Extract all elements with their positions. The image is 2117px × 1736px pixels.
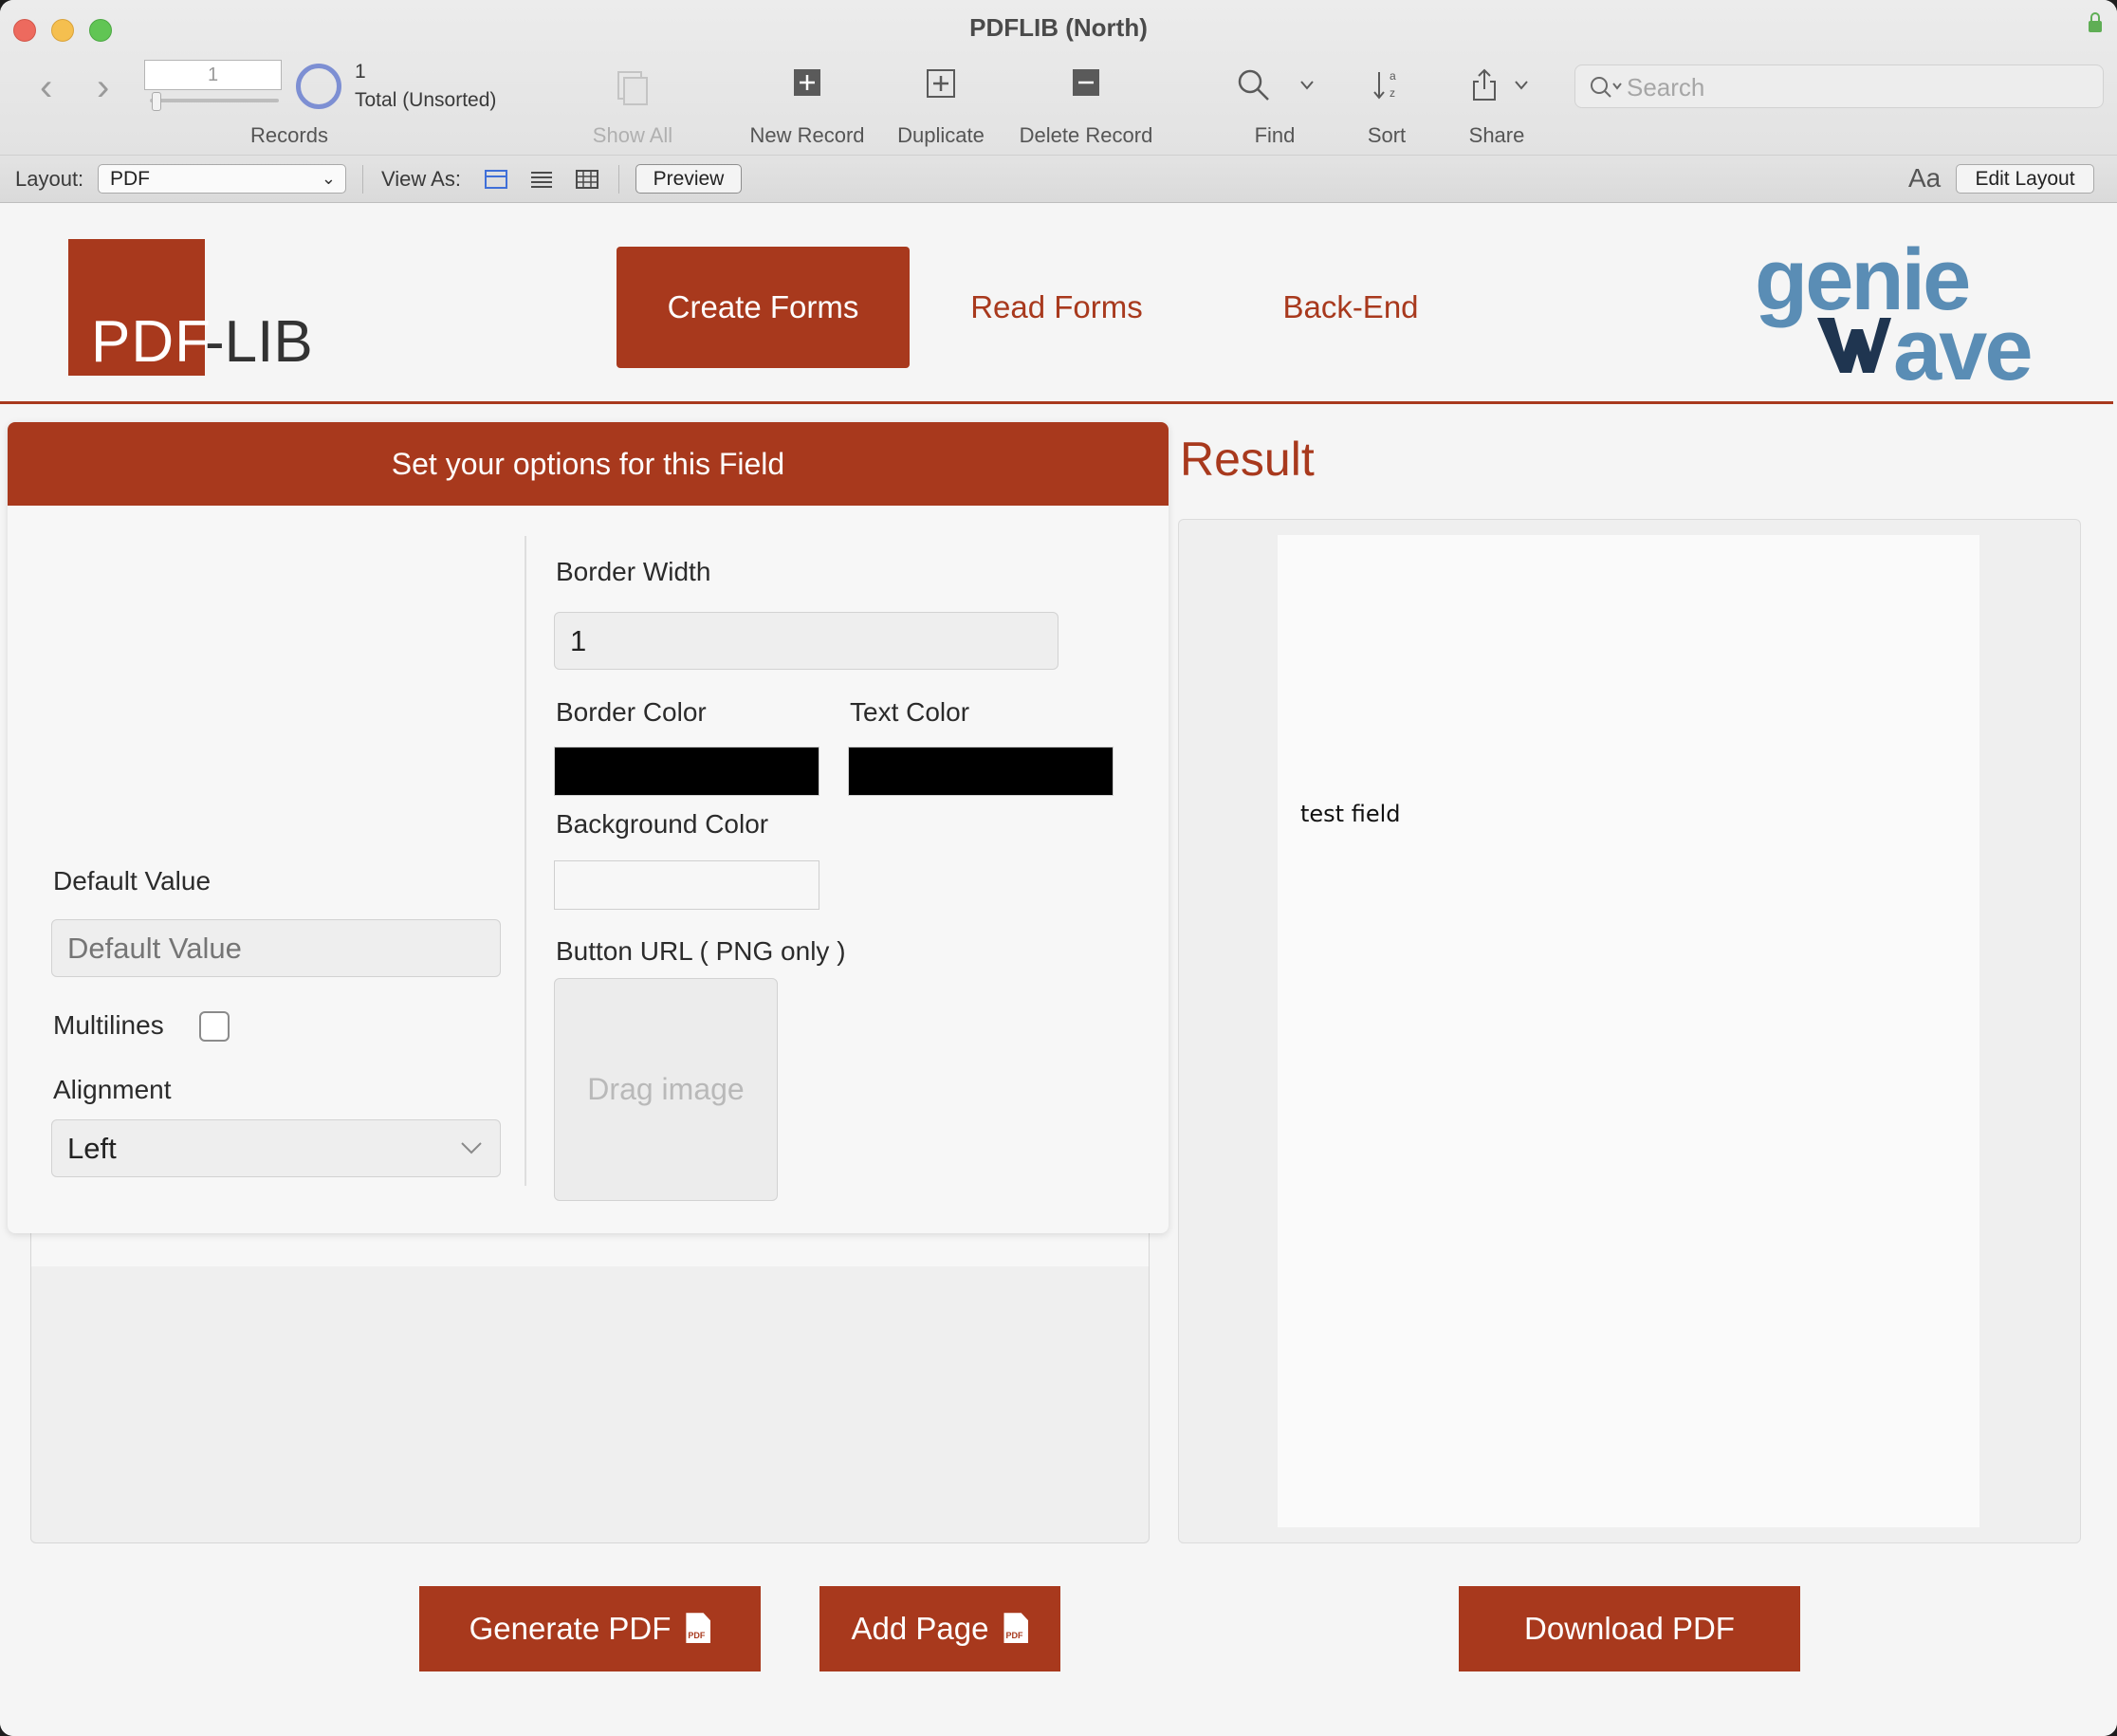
app-window: PDFLIB (North) ‹ › 1 1 Total (Unsorted) … <box>0 0 2117 1736</box>
lock-icon <box>2089 12 2102 32</box>
layout-select-value: PDF <box>110 168 150 190</box>
layout-label: Layout: <box>15 167 84 191</box>
find-button[interactable]: Find <box>1237 123 1313 148</box>
next-record-icon[interactable]: › <box>97 68 109 106</box>
logo-text-pdf: PDF <box>91 309 212 375</box>
layout-select[interactable]: PDF ⌄ <box>98 164 346 194</box>
multilines-checkbox[interactable] <box>199 1011 230 1042</box>
sort-button[interactable]: Sort <box>1349 123 1425 148</box>
record-status: Total (Unsorted) <box>355 89 497 111</box>
pdf-file-icon: PDF <box>1003 1613 1029 1644</box>
records-label: Records <box>250 123 328 147</box>
previous-record-icon[interactable]: ‹ <box>40 68 52 106</box>
new-record-icon[interactable] <box>793 68 821 97</box>
edit-layout-button[interactable]: Edit Layout <box>1956 164 2094 194</box>
layout-bar-divider <box>362 165 363 194</box>
view-as-label: View As: <box>381 167 461 191</box>
record-number-field[interactable]: 1 <box>144 60 282 90</box>
add-page-label: Add Page <box>851 1611 989 1646</box>
alignment-select[interactable]: Left <box>51 1119 501 1177</box>
image-drop-zone[interactable]: Drag image <box>554 978 778 1201</box>
border-color-label: Border Color <box>556 697 707 727</box>
duplicate-button[interactable]: Duplicate <box>884 123 998 148</box>
delete-record-icon[interactable] <box>1072 68 1100 97</box>
delete-record-button[interactable]: Delete Record <box>1007 123 1165 148</box>
sort-icon[interactable]: a z <box>1371 68 1404 102</box>
svg-text:z: z <box>1390 86 1395 100</box>
generate-pdf-label: Generate PDF <box>469 1611 672 1646</box>
tab-create-forms[interactable]: Create Forms <box>617 247 910 368</box>
show-all-icon[interactable] <box>615 68 653 106</box>
svg-text:a: a <box>1390 69 1396 83</box>
header-divider <box>0 401 2113 404</box>
button-url-label: Button URL ( PNG only ) <box>556 936 846 966</box>
preview-button[interactable]: Preview <box>635 164 742 194</box>
new-record-button[interactable]: New Record <box>736 123 878 148</box>
layout-content: PDF -LIB Create Forms Read Forms Back-En… <box>0 204 2117 1736</box>
pdf-preview-page: test field <box>1278 535 1979 1527</box>
window-title: PDFLIB (North) <box>969 13 1148 42</box>
result-preview-card: test field <box>1178 519 2081 1543</box>
duplicate-icon[interactable] <box>926 68 956 99</box>
layout-bar-divider <box>618 165 619 194</box>
share-icon[interactable] <box>1470 68 1499 102</box>
border-width-input[interactable]: 1 <box>554 612 1058 670</box>
alignment-label: Alignment <box>53 1075 172 1104</box>
preview-field-text: test field <box>1300 801 1401 827</box>
background-color-label: Background Color <box>556 809 769 839</box>
search-field[interactable]: Search <box>1574 65 2104 108</box>
alignment-select-value: Left <box>67 1132 117 1165</box>
record-slider-handle[interactable] <box>152 92 161 111</box>
border-width-label: Border Width <box>556 557 711 586</box>
pdf-file-icon: PDF <box>686 1613 711 1644</box>
search-icon <box>1591 77 1622 98</box>
add-page-button[interactable]: Add Page PDF <box>819 1586 1060 1671</box>
layout-bar: Layout: PDF ⌄ View As: Preview Aa Edit L… <box>0 156 2117 203</box>
record-count: 1 <box>355 61 366 83</box>
tab-read-forms[interactable]: Read Forms <box>939 247 1174 368</box>
chevron-down-icon <box>461 1142 482 1154</box>
share-button[interactable]: Share <box>1457 123 1537 148</box>
geniewave-w-mark <box>1817 318 1891 373</box>
generate-pdf-button[interactable]: Generate PDF PDF <box>419 1586 761 1671</box>
default-value-label: Default Value <box>53 866 212 896</box>
record-slider[interactable] <box>150 99 279 102</box>
result-title: Result <box>1180 433 1315 486</box>
logo-text-lib: -LIB <box>205 309 313 375</box>
multilines-label: Multilines <box>53 1010 164 1040</box>
download-pdf-button[interactable]: Download PDF <box>1459 1586 1800 1671</box>
tab-back-end[interactable]: Back-End <box>1233 247 1468 368</box>
record-pie-icon <box>296 64 341 109</box>
text-color-swatch[interactable] <box>848 747 1114 796</box>
find-options-chevron-icon[interactable] <box>1299 80 1315 91</box>
form-view-icon[interactable] <box>484 169 508 190</box>
background-color-swatch[interactable] <box>554 860 819 910</box>
window-toolbar: PDFLIB (North) ‹ › 1 1 Total (Unsorted) … <box>0 0 2117 156</box>
share-options-chevron-icon[interactable] <box>1514 80 1529 91</box>
search-placeholder: Search <box>1627 73 1705 102</box>
border-color-swatch[interactable] <box>554 747 819 796</box>
field-options-panel: Set your options for this Field Default … <box>8 422 1169 1233</box>
panel-column-divider <box>525 536 526 1186</box>
field-options-heading: Set your options for this Field <box>8 422 1169 506</box>
text-size-icon[interactable]: Aa <box>1908 163 1941 194</box>
chevron-down-icon: ⌄ <box>321 169 336 188</box>
text-color-label: Text Color <box>850 697 970 727</box>
find-icon[interactable] <box>1237 68 1271 102</box>
list-view-icon[interactable] <box>529 169 554 190</box>
geniewave-logo-line2: ave <box>1893 302 2033 398</box>
default-value-input[interactable] <box>51 919 501 977</box>
show-all-button[interactable]: Show All <box>577 123 689 148</box>
table-view-icon[interactable] <box>575 169 599 190</box>
